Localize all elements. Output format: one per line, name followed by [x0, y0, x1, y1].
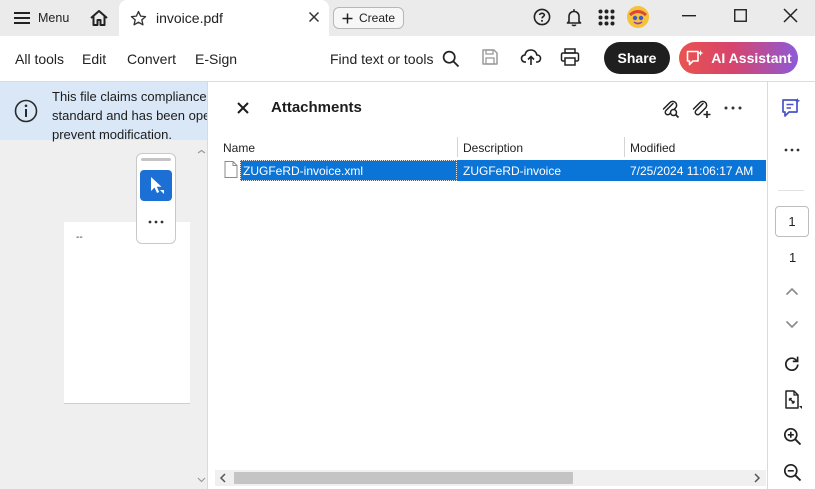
page-content-mark: --: [76, 232, 83, 243]
scroll-right-arrow-icon[interactable]: [753, 473, 761, 483]
ai-assistant-button[interactable]: AI Assistant: [679, 42, 798, 74]
more-icon[interactable]: [724, 99, 742, 110]
print-icon[interactable]: [560, 48, 580, 66]
home-icon: [89, 9, 109, 27]
hamburger-icon: [14, 11, 30, 25]
cell-modified: 7/25/2024 11:06:17 AM: [630, 164, 754, 178]
menu-label: Menu: [38, 11, 70, 25]
find-label: Find text or tools: [330, 51, 434, 67]
divider: [778, 190, 804, 191]
file-icon: [224, 161, 238, 178]
attachment-add-icon[interactable]: [690, 99, 712, 119]
star-icon[interactable]: [130, 10, 147, 27]
column-header-name[interactable]: Name: [223, 141, 255, 155]
column-divider[interactable]: [624, 137, 625, 157]
menu-button[interactable]: Menu: [8, 6, 75, 30]
share-button[interactable]: Share: [604, 42, 670, 74]
ai-assistant-label: AI Assistant: [711, 50, 792, 66]
apps-grid-icon[interactable]: [598, 9, 615, 26]
comment-icon[interactable]: [780, 97, 802, 119]
banner-line: This file claims compliance with the PDF…: [52, 89, 212, 104]
banner-line: standard and has been opened read-only t…: [52, 108, 212, 123]
window-close-icon[interactable]: [783, 8, 798, 23]
select-tool-button[interactable]: [140, 170, 172, 201]
minimize-icon[interactable]: [682, 8, 696, 22]
save-icon[interactable]: [481, 48, 499, 66]
rotate-icon[interactable]: [783, 355, 801, 373]
banner-line: prevent modification.: [52, 127, 172, 142]
info-icon: [14, 99, 38, 123]
zoom-in-icon[interactable]: [783, 427, 802, 446]
scroll-left-arrow-icon[interactable]: [219, 473, 227, 483]
column-header-description[interactable]: Description: [463, 141, 523, 155]
menu-edit[interactable]: Edit: [82, 51, 106, 67]
tab-title: invoice.pdf: [156, 10, 223, 26]
page-number-input[interactable]: 1: [775, 206, 809, 237]
create-button[interactable]: Create: [333, 7, 404, 29]
menu-convert[interactable]: Convert: [127, 51, 176, 67]
drag-handle[interactable]: [141, 158, 171, 161]
more-icon[interactable]: [148, 220, 164, 224]
document-scrollbar[interactable]: [196, 150, 207, 489]
more-icon[interactable]: [784, 141, 800, 152]
avatar[interactable]: [627, 6, 649, 28]
attachment-search-icon[interactable]: [660, 99, 680, 119]
ai-sparkle-icon: [685, 49, 705, 67]
close-icon[interactable]: [308, 11, 320, 23]
help-icon[interactable]: [533, 8, 551, 26]
cursor-select-icon: [149, 176, 165, 196]
scrollbar-thumb[interactable]: [234, 472, 573, 484]
maximize-icon[interactable]: [734, 9, 747, 22]
share-label: Share: [617, 50, 657, 66]
column-divider[interactable]: [457, 137, 458, 157]
plus-icon: [342, 13, 353, 24]
page-total: 1: [789, 250, 797, 265]
chevron-down-icon[interactable]: [785, 320, 799, 329]
create-label: Create: [358, 11, 396, 25]
cell-file-name: ZUGFeRD-invoice.xml: [243, 164, 364, 178]
document-tab[interactable]: invoice.pdf: [119, 0, 329, 36]
chevron-up-icon[interactable]: [785, 287, 799, 296]
zoom-out-icon[interactable]: [783, 463, 802, 482]
menu-all-tools[interactable]: All tools: [15, 51, 64, 67]
pdf-page[interactable]: [64, 222, 190, 404]
fit-page-icon[interactable]: [783, 390, 803, 410]
search-icon: [442, 50, 460, 68]
cell-description: ZUGFeRD-invoice: [463, 164, 562, 178]
column-header-modified[interactable]: Modified: [630, 141, 675, 155]
close-icon[interactable]: [236, 101, 250, 115]
info-banner-text: This file claims compliance with the PDF…: [52, 87, 212, 144]
panel-title: Attachments: [271, 99, 362, 116]
home-button[interactable]: [86, 6, 112, 30]
cloud-upload-icon[interactable]: [520, 47, 542, 67]
bell-icon[interactable]: [565, 8, 583, 27]
menu-esign[interactable]: E-Sign: [195, 51, 237, 67]
find-tools-button[interactable]: Find text or tools: [330, 50, 460, 68]
